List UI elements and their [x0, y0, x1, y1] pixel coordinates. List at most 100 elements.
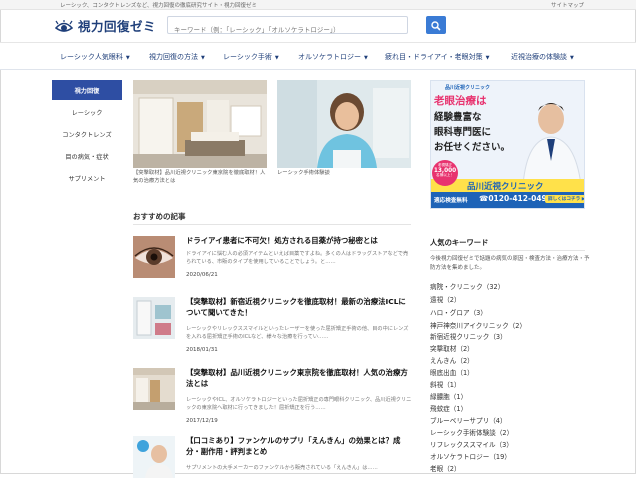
- article-excerpt: ドライアイに悩む人の必須アイテムといえば目薬ですよね。多くの人はドラッグストアな…: [186, 251, 409, 266]
- keyword-count: （2）: [508, 322, 527, 330]
- keyword-label: 飛蚊症: [430, 405, 450, 413]
- keyword-link[interactable]: 病院・クリニック（32）: [430, 281, 504, 291]
- ad-more-button[interactable]: 詳しくはコチラ ▶: [545, 195, 584, 203]
- keyword-count: （1）: [449, 405, 468, 413]
- keyword-count: （1）: [443, 381, 461, 389]
- article-item[interactable]: 【突撃取材】品川近視クリニック東京院を徹底取材！人気の治療方法とは レーシックや…: [133, 368, 413, 426]
- site-title: 視力回復ゼミ: [78, 19, 157, 34]
- main-nav: レーシック人気眼科 ▼ 視力回復の方法 ▼ レーシック手術 ▼ オルソケラトロジー ▼ …: [0, 42, 636, 70]
- keyword-link[interactable]: 神戸神奈川アイクリニック（2）: [430, 320, 526, 330]
- nav-label: 視力回復の方法: [149, 53, 198, 61]
- sidebar-item-supplements[interactable]: サプリメント: [52, 168, 122, 188]
- site-logo[interactable]: 視力回復ゼミ: [54, 16, 157, 35]
- keyword-label: 突撃取材: [430, 345, 457, 353]
- keyword-label: 斜視: [430, 381, 444, 389]
- keywords-heading: 人気のキーワード: [430, 238, 489, 247]
- keyword-link[interactable]: えんきん（2）: [430, 355, 474, 365]
- keyword-count: （1）: [449, 393, 468, 401]
- keyword-label: 神戸神奈川アイクリニック: [430, 322, 509, 330]
- article-title[interactable]: 【突撃取材】品川近視クリニック東京院を徹底取材！人気の治療方法とは: [186, 368, 412, 389]
- search-icon: [431, 16, 441, 35]
- sidebar-item-lasik[interactable]: レーシック: [52, 102, 122, 122]
- search-input[interactable]: [168, 22, 407, 38]
- keyword-label: えんきん: [430, 357, 457, 365]
- keyword-label: 緑膿胞: [430, 393, 450, 401]
- article-excerpt: サプリメントの大手メーカーのファンケルから販売されている「えんきん」は……: [186, 465, 378, 471]
- keyword-label: ハロ・グロア: [430, 309, 470, 317]
- keyword-link[interactable]: レーシック手術体験談（2）: [430, 427, 513, 437]
- ad-clinic-name: 品川近視クリニック: [467, 182, 544, 192]
- search-button[interactable]: [426, 16, 446, 34]
- keyword-link[interactable]: 老眼（2）: [430, 463, 461, 473]
- keyword-link[interactable]: 突撃取材（2）: [430, 343, 474, 353]
- nav-label: 近視治療の体験談: [511, 53, 567, 61]
- keyword-link[interactable]: 遠視（2）: [430, 294, 461, 304]
- ad-headline: 老眼治療は: [434, 95, 487, 107]
- keyword-label: 新宿近視クリニック: [430, 333, 490, 341]
- keyword-count: （4）: [489, 417, 507, 425]
- keyword-count: （2）: [456, 357, 474, 365]
- article-excerpt: レーシックやリレックススマイルといったレーザーを使った屈折矯正手術の他、目の中に…: [186, 326, 409, 341]
- featured-card[interactable]: 【突撃取材】品川近視クリニック東京院を徹底取材！人気の治療方法とは: [133, 80, 267, 185]
- article-title[interactable]: 【口コミあり】ファンケルのサプリ「えんきん」の効果とは？成分・副作用・評判まとめ: [186, 436, 412, 457]
- clinic-room-thumbnail: [133, 297, 175, 339]
- top-bar: レーシック、コンタクトレンズなど、視力回復の徹底研究サイト・視力回復ゼミ サイト…: [0, 0, 636, 10]
- keyword-link[interactable]: リフレックススマイル（3）: [430, 439, 513, 449]
- site-tagline: レーシック、コンタクトレンズなど、視力回復の徹底研究サイト・視力回復ゼミ: [60, 3, 258, 9]
- ad-body-line: お任せください。: [434, 142, 511, 153]
- keyword-count: （1）: [456, 369, 474, 377]
- keyword-count: （32）: [482, 283, 505, 291]
- keyword-link[interactable]: 緑膿胞（1）: [430, 391, 467, 401]
- category-sidebar: 視力回復 レーシック コンタクトレンズ 目の病気・症状 サプリメント: [52, 80, 122, 190]
- keyword-count: （2）: [443, 465, 461, 473]
- keyword-link[interactable]: 斜視（1）: [430, 379, 461, 389]
- clinic-ad-banner[interactable]: 品川近視クリニック 老眼治療は 経験豊富な 眼科専門医に お任せください。 老視…: [430, 80, 585, 209]
- caret-down-icon: ▼: [485, 55, 490, 61]
- article-title[interactable]: ドライアイ患者に不可欠！処方される目薬が持つ秘密とは: [186, 236, 412, 247]
- caret-down-icon: ▼: [570, 55, 574, 61]
- keywords-description: 今後視力回復ゼミで話題の病気の原因・検査方法・治療方法・予防方法を集めました。: [430, 256, 590, 271]
- keyword-label: 病院・クリニック: [430, 283, 483, 291]
- article-item[interactable]: ドライアイ患者に不可欠！処方される目薬が持つ秘密とは ドライアイに悩む人の必須ア…: [133, 236, 413, 294]
- nav-item-lasik-clinics[interactable]: レーシック人気眼科 ▼: [60, 52, 130, 62]
- section-divider: [430, 250, 585, 251]
- article-item[interactable]: 【突撃取材】新宿近視クリニックを徹底取材！最新の治療法ICLについて聞いてきた！…: [133, 297, 413, 355]
- sidebar-item-vision-recovery[interactable]: 視力回復: [52, 80, 122, 100]
- caret-down-icon: ▼: [201, 55, 205, 61]
- sidebar-item-eye-disease[interactable]: 目の病気・症状: [52, 146, 122, 166]
- nav-item-recovery-methods[interactable]: 視力回復の方法 ▼: [149, 52, 205, 62]
- clinic-lobby-photo: [133, 80, 267, 168]
- keyword-link[interactable]: オルソケラトロジー（19）: [430, 451, 511, 461]
- article-date: 2020/06/21: [186, 272, 218, 278]
- article-item[interactable]: 【口コミあり】ファンケルのサプリ「えんきん」の効果とは？成分・副作用・評判まとめ…: [133, 436, 413, 494]
- keyword-count: （3）: [469, 309, 487, 317]
- nav-item-orthokeratology[interactable]: オルソケラトロジー ▼: [298, 52, 368, 62]
- keyword-link[interactable]: 飛蚊症（1）: [430, 403, 467, 413]
- keyword-link[interactable]: 眼底出血（1）: [430, 367, 474, 377]
- keyword-link[interactable]: ハロ・グロア（3）: [430, 307, 487, 317]
- nav-item-experiences[interactable]: 近視治療の体験談 ▼: [511, 52, 574, 62]
- ad-phone: ☎0120-412-049: [479, 194, 547, 203]
- keyword-link[interactable]: 新宿近視クリニック（3）: [430, 331, 507, 341]
- nav-item-eye-strain[interactable]: 疲れ目・ドライアイ・老眼対策 ▼: [385, 52, 490, 62]
- article-date: 2017/12/19: [186, 418, 218, 424]
- ad-badge: 老視矯正 13,000 名様以上！: [432, 163, 458, 178]
- eye-closeup-thumbnail: [133, 236, 175, 278]
- clinic-lobby-thumbnail: [133, 368, 175, 410]
- article-title[interactable]: 【突撃取材】新宿近視クリニックを徹底取材！最新の治療法ICLについて聞いてきた！: [186, 297, 412, 318]
- section-divider: [133, 224, 411, 225]
- nav-label: 疲れ目・ドライアイ・老眼対策: [385, 53, 483, 61]
- keyword-count: （2）: [456, 345, 474, 353]
- recommended-heading: おすすめの記事: [133, 212, 186, 221]
- keyword-count: （2）: [495, 429, 514, 437]
- eye-logo-icon: [54, 19, 74, 33]
- keyword-count: （3）: [495, 441, 513, 449]
- keyword-link[interactable]: ブルーベリーサプリ（4）: [430, 415, 507, 425]
- ad-body-line: 経験豊富な: [434, 112, 482, 123]
- ad-body-line: 眼科専門医に: [434, 127, 492, 138]
- sidebar-item-contact-lens[interactable]: コンタクトレンズ: [52, 124, 122, 144]
- keyword-label: 老眼: [430, 465, 444, 473]
- sitemap-link[interactable]: サイトマップ: [551, 1, 584, 9]
- nav-item-lasik-surgery[interactable]: レーシック手術 ▼: [223, 52, 279, 62]
- featured-card[interactable]: レーシック手術体験談: [277, 80, 411, 178]
